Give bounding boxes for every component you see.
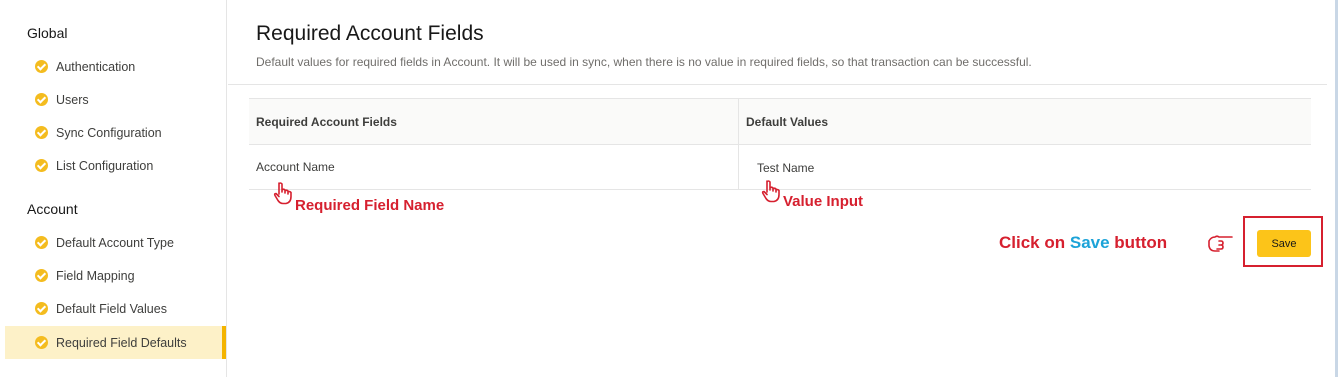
field-name-cell: Account Name	[249, 145, 739, 189]
pointing-hand-icon	[761, 180, 780, 203]
required-fields-table: Required Account Fields Default Values A…	[249, 98, 1311, 190]
sidebar-item-default-field-values[interactable]: Default Field Values	[5, 293, 226, 325]
sidebar-item-sync-configuration[interactable]: Sync Configuration	[5, 117, 226, 149]
check-circle-icon	[35, 93, 48, 106]
sidebar-item-label: Field Mapping	[56, 269, 135, 283]
sidebar-section-account: Account	[27, 201, 78, 217]
annotation-click-suffix: button	[1114, 233, 1168, 252]
sidebar-item-label: Users	[56, 93, 89, 107]
default-value-cell	[739, 145, 1311, 189]
annotation-required-field-name: Required Field Name	[295, 197, 445, 214]
sidebar-item-list-configuration[interactable]: List Configuration	[5, 150, 226, 182]
column-header-required-fields: Required Account Fields	[249, 99, 739, 144]
check-circle-icon	[35, 302, 48, 315]
sidebar-item-label: Required Field Defaults	[56, 335, 187, 350]
check-circle-icon	[35, 159, 48, 172]
annotation-click-highlight: Save	[1069, 233, 1110, 252]
check-circle-icon	[35, 236, 48, 249]
sidebar-section-global: Global	[27, 25, 68, 41]
annotation-click-save: Click on Save button	[999, 233, 1167, 253]
sidebar: Global Authentication Users Sync Configu…	[0, 0, 227, 377]
sidebar-item-label: Default Account Type	[56, 236, 174, 250]
sidebar-item-label: Authentication	[56, 60, 136, 74]
annotation-value-input: Value Input	[783, 193, 863, 210]
check-circle-icon	[35, 269, 48, 282]
sidebar-item-field-mapping[interactable]: Field Mapping	[5, 260, 226, 292]
sidebar-item-required-field-defaults[interactable]: Required Field Defaults	[5, 326, 226, 359]
check-circle-icon	[35, 126, 48, 139]
annotation-value-input-text: Value Input	[783, 193, 864, 210]
annotation-click-prefix: Click on	[999, 233, 1066, 252]
check-circle-icon	[35, 336, 48, 349]
column-header-default-values: Default Values	[746, 114, 829, 129]
sidebar-item-label: Sync Configuration	[56, 126, 162, 140]
sidebar-item-label: Default Field Values	[56, 302, 167, 316]
main-content: Required Account Fields Default values f…	[228, 0, 1338, 377]
pointing-hand-icon	[273, 182, 292, 205]
sidebar-item-default-account-type[interactable]: Default Account Type	[5, 227, 226, 259]
page-title: Required Account Fields	[256, 22, 484, 45]
pointing-hand-right-icon	[1208, 235, 1233, 252]
save-highlight-box: Save	[1243, 216, 1323, 267]
table-header: Required Account Fields Default Values	[249, 98, 1311, 145]
sidebar-item-authentication[interactable]: Authentication	[5, 51, 226, 83]
sidebar-item-label: List Configuration	[56, 159, 154, 173]
page-description: Default values for required fields in Ac…	[256, 55, 1032, 69]
sidebar-item-users[interactable]: Users	[5, 84, 226, 116]
header-divider	[228, 84, 1327, 85]
default-value-input[interactable]	[757, 161, 1057, 175]
save-button[interactable]: Save	[1257, 230, 1311, 257]
check-circle-icon	[35, 60, 48, 73]
